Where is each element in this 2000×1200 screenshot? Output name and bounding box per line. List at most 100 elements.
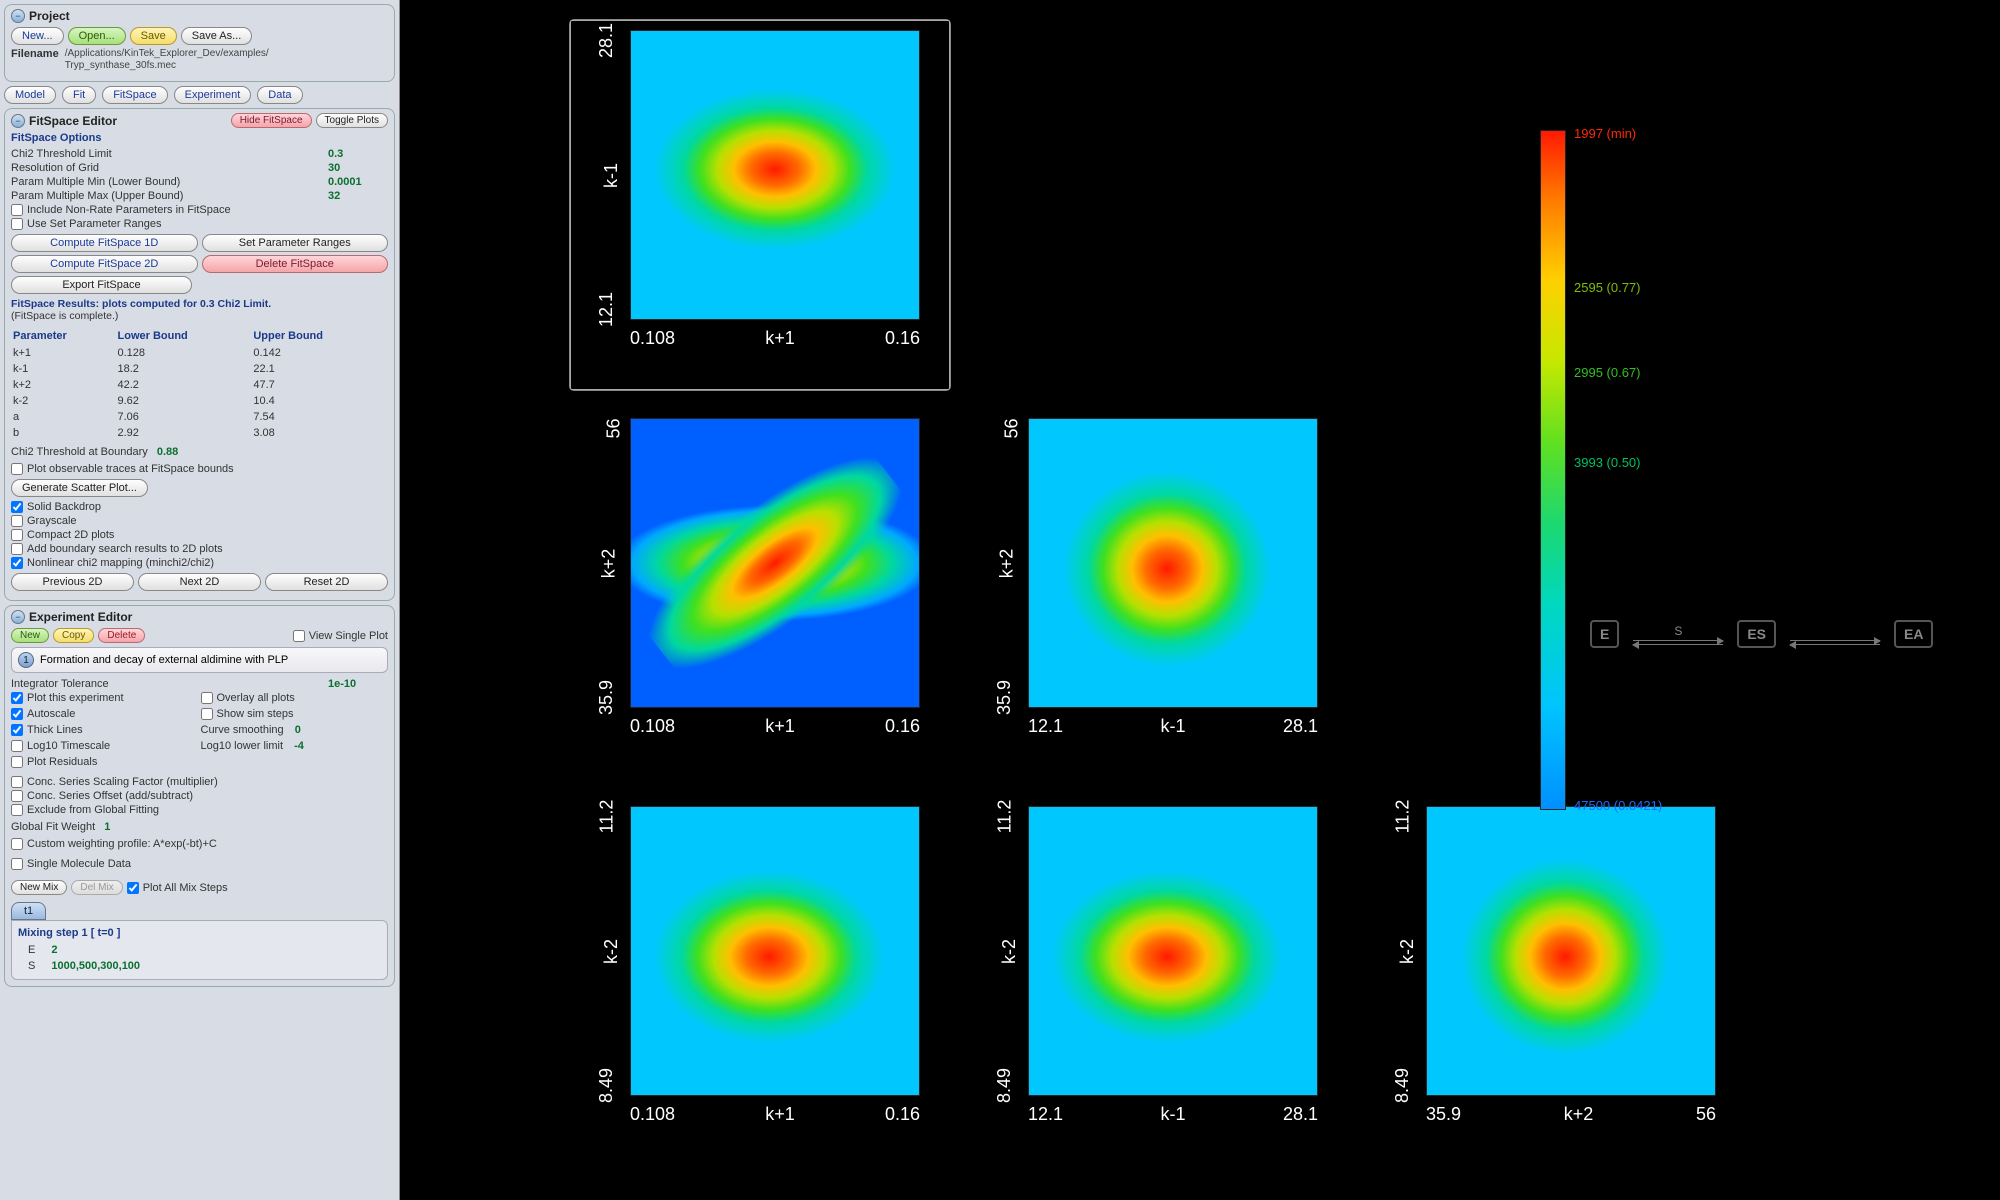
mix-e-value[interactable]: 2 [43,943,146,957]
tab-data[interactable]: Data [257,86,302,104]
plot-cell[interactable]: 56 k+2 35.9 0.108 k+1 0.16 [570,408,950,778]
cb-useset[interactable]: Use Set Parameter Ranges [11,217,388,231]
cb-compact-2d[interactable]: Compact 2D plots [11,528,388,542]
y-tick-bot: 35.9 [596,680,617,715]
pmax-value[interactable]: 32 [328,190,388,202]
experiment-collapse[interactable]: − [11,610,25,624]
cb-obs-traces[interactable]: Plot observable traces at FitSpace bound… [11,462,388,476]
saveas-project-button[interactable]: Save As... [181,27,253,45]
x-axis-name: k+1 [765,328,795,349]
table-row: k-118.222.1 [13,362,386,376]
exp-new-button[interactable]: New [11,628,49,643]
y-axis-name: k-2 [1397,938,1418,963]
gfw-value[interactable]: 1 [104,821,110,833]
tab-experiment[interactable]: Experiment [174,86,252,104]
global-fit-weight-row: Global Fit Weight 1 [11,821,388,833]
cb-add-boundary[interactable]: Add boundary search results to 2D plots [11,542,388,556]
curve-smooth-value[interactable]: 0 [295,724,301,736]
hide-fitspace-button[interactable]: Hide FitSpace [231,113,312,128]
y-tick-top: 56 [1001,418,1022,438]
exp-copy-button[interactable]: Copy [53,628,94,643]
chi2-boundary-value: 0.88 [157,446,178,458]
th-parameter: Parameter [13,328,116,344]
scatter-button[interactable]: Generate Scatter Plot... [11,479,148,497]
cb-solid-backdrop[interactable]: Solid Backdrop [11,500,388,514]
th-lower: Lower Bound [118,328,252,344]
cb-nonlinear-chi2[interactable]: Nonlinear chi2 mapping (minchi2/chi2) [11,556,388,570]
x-tick-left: 12.1 [1028,716,1063,737]
cb-custom-weight[interactable]: Custom weighting profile: A*exp(-bt)+C [11,837,388,851]
experiment-panel: − Experiment Editor New Copy Delete View… [4,605,395,987]
tab-fitspace[interactable]: FitSpace [102,86,167,104]
x-tick-left: 0.108 [630,1104,675,1125]
table-row: k+10.1280.142 [13,346,386,360]
y-tick-bot: 8.49 [994,1068,1015,1103]
mix-table: E2 S1000,500,300,100 [18,941,148,975]
set-ranges-button[interactable]: Set Parameter Ranges [202,234,389,252]
next-2d-button[interactable]: Next 2D [138,573,261,591]
fitspace-results-line2: (FitSpace is complete.) [11,310,388,322]
plot-cell[interactable]: 11.2 k-2 8.49 35.9 k+2 56 [1366,796,1746,1166]
fitspace-collapse[interactable]: − [11,114,25,128]
cb-autoscale[interactable]: Autoscale [11,707,199,721]
cb-thick[interactable]: Thick Lines [11,723,199,737]
cb-show-sim[interactable]: Show sim steps [201,707,389,721]
compute-2d-button[interactable]: Compute FitSpace 2D [11,255,198,273]
compute-1d-button[interactable]: Compute FitSpace 1D [11,234,198,252]
cb-plot-all-mix[interactable]: Plot All Mix Steps [127,881,228,895]
grid-res-value[interactable]: 30 [328,162,388,174]
filename-path-2: Tryp_synthase_30fs.mec [65,60,269,72]
mix-s-value[interactable]: 1000,500,300,100 [43,959,146,973]
tab-fit[interactable]: Fit [62,86,96,104]
toggle-plots-button[interactable]: Toggle Plots [316,113,388,128]
chi2-limit-value[interactable]: 0.3 [328,148,388,160]
cb-exclude-global[interactable]: Exclude from Global Fitting [11,803,388,817]
cb-overlay[interactable]: Overlay all plots [201,691,389,705]
save-project-button[interactable]: Save [130,27,177,45]
open-project-button[interactable]: Open... [68,27,126,45]
pmax-label: Param Multiple Max (Upper Bound) [11,190,328,202]
new-mix-button[interactable]: New Mix [11,880,67,895]
gfw-label: Global Fit Weight [11,821,95,833]
y-axis-name: k-2 [999,938,1020,963]
filename-path: /Applications/KinTek_Explorer_Dev/exampl… [65,48,269,72]
project-collapse[interactable]: − [11,9,25,23]
export-fitspace-button[interactable]: Export FitSpace [11,276,192,294]
cb-single-molecule[interactable]: Single Molecule Data [11,857,388,871]
tab-model[interactable]: Model [4,86,56,104]
inttol-value[interactable]: 1e-10 [328,678,388,690]
mix-tab-t1[interactable]: t1 [11,902,46,920]
x-tick-right: 0.16 [885,1104,920,1125]
cb-conc-scale[interactable]: Conc. Series Scaling Factor (multiplier) [11,775,388,789]
delete-fitspace-button[interactable]: Delete FitSpace [202,255,389,273]
cb-view-single[interactable]: View Single Plot [293,629,388,643]
new-project-button[interactable]: New... [11,27,64,45]
cb-log10t[interactable]: Log10 Timescale [11,739,199,753]
project-panel: − Project New... Open... Save Save As...… [4,4,395,82]
pmin-value[interactable]: 0.0001 [328,176,388,188]
heatmap [1028,418,1318,708]
heatmap [630,30,920,320]
filename-path-1: /Applications/KinTek_Explorer_Dev/exampl… [65,48,269,60]
prev-2d-button[interactable]: Previous 2D [11,573,134,591]
main-tabs: Model Fit FitSpace Experiment Data [4,86,395,104]
plot-cell[interactable]: 28.1 k-1 12.1 0.108 k+1 0.16 [570,20,950,390]
x-tick-left: 12.1 [1028,1104,1063,1125]
plot-cell[interactable]: 56 k+2 35.9 12.1 k-1 28.1 [968,408,1348,778]
chi2-limit-label: Chi2 Threshold Limit [11,148,328,160]
reset-2d-button[interactable]: Reset 2D [265,573,388,591]
chi2-boundary-label: Chi2 Threshold at Boundary [11,446,148,458]
del-mix-button[interactable]: Del Mix [71,880,122,895]
cb-grayscale[interactable]: Grayscale [11,514,388,528]
y-tick-bot: 8.49 [596,1068,617,1103]
cb-plot-exp[interactable]: Plot this experiment [11,691,199,705]
log10ll-value[interactable]: -4 [294,740,304,752]
cb-conc-offset[interactable]: Conc. Series Offset (add/subtract) [11,789,388,803]
y-tick-top: 11.2 [995,800,1016,834]
cb-nonrate[interactable]: Include Non-Rate Parameters in FitSpace [11,203,388,217]
exp-delete-button[interactable]: Delete [98,628,145,643]
plot-cell[interactable]: 11.2 k-2 8.49 12.1 k-1 28.1 [968,796,1348,1166]
experiment-entry-1[interactable]: 1 Formation and decay of external aldimi… [11,647,388,673]
cb-plot-residuals[interactable]: Plot Residuals [11,755,199,769]
plot-cell[interactable]: 11.2 k-2 8.49 0.108 k+1 0.16 [570,796,950,1166]
